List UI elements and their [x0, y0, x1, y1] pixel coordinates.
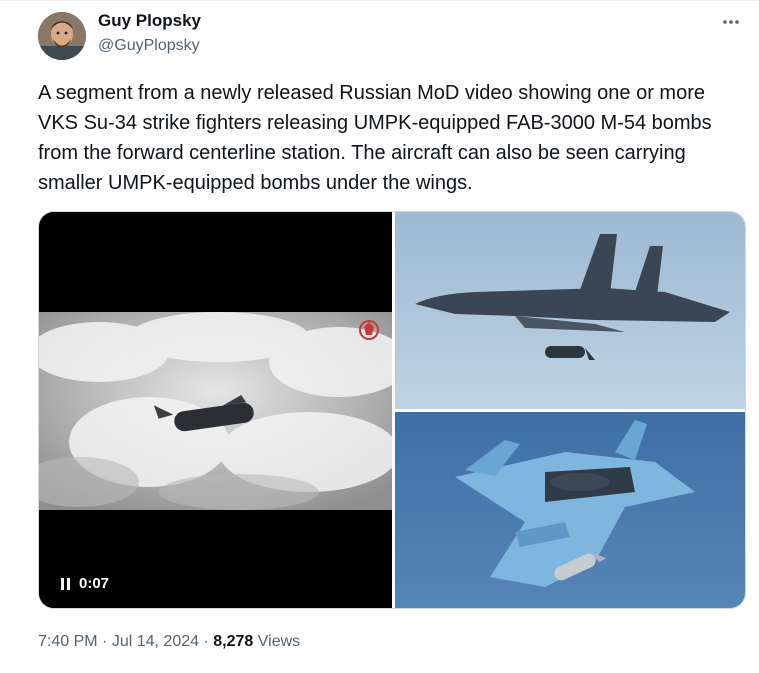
meta-separator: · [102, 633, 108, 650]
tweet-meta: 7:40 PM · Jul 14, 2024 · 8,278 Views [38, 632, 300, 652]
media-grid: 0:07 [38, 211, 746, 609]
views-count[interactable]: 8,278 [213, 633, 253, 650]
video-player[interactable]: 0:07 [39, 212, 392, 608]
tweet-text: A segment from a newly released Russian … [38, 82, 718, 194]
views-label: Views [257, 633, 301, 650]
photo-su34-underside[interactable] [395, 412, 745, 608]
pause-icon [61, 577, 71, 590]
avatar[interactable] [38, 12, 86, 60]
video-frame [39, 212, 392, 608]
tweet-date[interactable]: Jul 14, 2024 [112, 633, 199, 650]
author-block: Guy Plopsky @GuyPlopsky [98, 11, 201, 57]
top-divider [0, 0, 759, 1]
avatar-image [38, 12, 86, 60]
more-horizontal-icon [723, 20, 739, 24]
more-options-button[interactable] [715, 8, 747, 36]
meta-separator: · [203, 633, 209, 650]
tweet-time[interactable]: 7:40 PM [38, 633, 98, 650]
photo-image [395, 412, 745, 608]
author-handle[interactable]: @GuyPlopsky [98, 35, 201, 57]
author-display-name[interactable]: Guy Plopsky [98, 11, 201, 31]
photo-su34-side[interactable] [395, 212, 745, 409]
video-time: 0:07 [79, 575, 110, 592]
playback-toggle[interactable]: 0:07 [61, 575, 109, 592]
photo-image [395, 212, 745, 409]
